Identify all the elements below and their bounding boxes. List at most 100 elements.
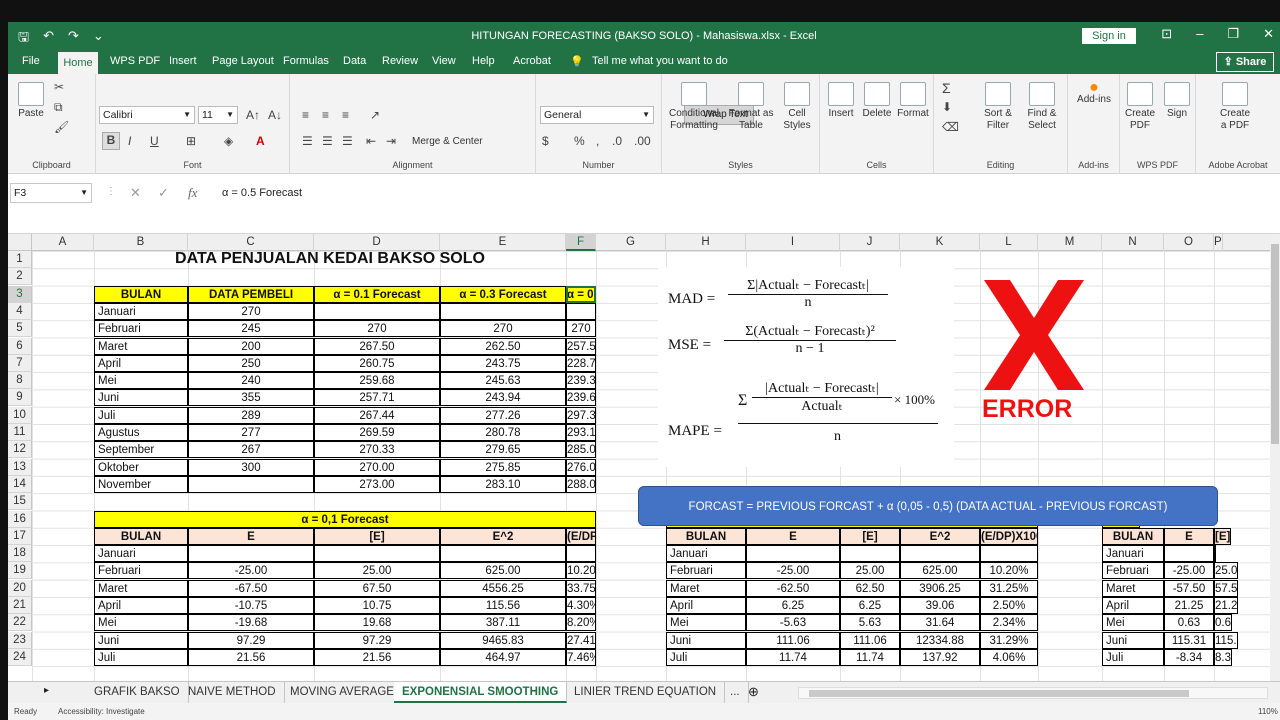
error-table-title[interactable]: α = 0,1 Forecast bbox=[94, 510, 596, 528]
tell-me-search[interactable]: Tell me what you want to do bbox=[592, 55, 728, 67]
align-right-icon[interactable]: ☰ bbox=[342, 134, 353, 148]
cancel-icon[interactable]: ✕ bbox=[130, 185, 141, 201]
value-cell[interactable]: 288.02 bbox=[566, 475, 596, 493]
error-value-cell[interactable] bbox=[1164, 545, 1214, 563]
row-header[interactable]: 14 bbox=[8, 475, 32, 493]
error-value-cell[interactable] bbox=[440, 545, 566, 563]
value-cell[interactable]: 276.04 bbox=[566, 458, 596, 476]
align-top-icon[interactable]: ≡ bbox=[302, 108, 309, 122]
month-cell[interactable]: Maret bbox=[94, 337, 188, 355]
value-cell[interactable]: 277.26 bbox=[440, 406, 566, 424]
error-value-cell[interactable]: 9465.83 bbox=[440, 631, 566, 649]
sheet-tab[interactable]: ... bbox=[722, 682, 749, 703]
month-cell[interactable]: Mei bbox=[94, 372, 188, 390]
error-value-cell[interactable]: 21.2 bbox=[1214, 597, 1239, 614]
value-cell[interactable]: 257.71 bbox=[314, 389, 440, 407]
increase-decimal-icon[interactable]: .0 bbox=[612, 134, 622, 148]
decrease-indent-icon[interactable]: ⇤ bbox=[366, 134, 376, 148]
error-value-cell[interactable]: 33.75% bbox=[566, 579, 596, 597]
month-cell[interactable]: Januari bbox=[94, 302, 188, 320]
error-value-cell[interactable]: 10.20% bbox=[980, 562, 1038, 580]
row-header[interactable]: 20 bbox=[8, 579, 32, 597]
error-value-cell[interactable]: 7.46% bbox=[566, 648, 596, 666]
value-cell[interactable]: 262.50 bbox=[440, 337, 566, 355]
sheet-tab[interactable]: MOVING AVERAGE bbox=[282, 682, 403, 703]
borders-icon[interactable]: ⊞ bbox=[186, 134, 196, 148]
fx-icon[interactable]: fx bbox=[188, 185, 197, 201]
month-cell[interactable]: Februari bbox=[94, 562, 188, 580]
formula-input[interactable]: α = 0.5 Forecast bbox=[222, 187, 302, 199]
format-painter-icon[interactable]: 🖌 bbox=[54, 120, 69, 134]
error-value-cell[interactable]: 25.0 bbox=[1214, 562, 1239, 580]
error-value-cell[interactable] bbox=[566, 545, 596, 563]
column-header[interactable]: L bbox=[980, 234, 1038, 251]
month-cell[interactable]: September bbox=[94, 441, 188, 459]
error-value-cell[interactable]: -67.50 bbox=[188, 579, 314, 597]
error-value-cell[interactable]: 8.20% bbox=[566, 614, 596, 632]
value-cell[interactable]: 270.00 bbox=[314, 458, 440, 476]
vertical-scrollbar[interactable] bbox=[1270, 234, 1280, 681]
error-table-header[interactable]: E bbox=[746, 527, 840, 545]
error-value-cell[interactable]: 21.56 bbox=[314, 648, 440, 666]
error-value-cell[interactable]: 387.11 bbox=[440, 614, 566, 632]
error-value-cell[interactable]: 0.63 bbox=[1164, 614, 1214, 632]
month-cell[interactable]: Juli bbox=[666, 648, 746, 666]
value-cell[interactable]: 273.00 bbox=[314, 475, 440, 493]
value-cell[interactable]: 267.50 bbox=[314, 337, 440, 355]
value-cell[interactable]: 267.44 bbox=[314, 406, 440, 424]
column-header[interactable]: G bbox=[596, 234, 666, 251]
error-value-cell[interactable]: 19.68 bbox=[314, 614, 440, 632]
find-select-button[interactable]: Find & Select bbox=[1022, 82, 1062, 132]
value-cell[interactable]: 243.75 bbox=[440, 354, 566, 372]
month-cell[interactable]: Mei bbox=[1102, 614, 1164, 632]
error-value-cell[interactable]: 21.25 bbox=[1164, 597, 1214, 614]
value-cell[interactable]: 260.75 bbox=[314, 354, 440, 372]
create-pdf-button[interactable]: Create PDF bbox=[1122, 82, 1158, 132]
font-size-box[interactable]: 11 ▼ bbox=[198, 106, 238, 124]
value-cell[interactable]: 285.09 bbox=[566, 441, 596, 459]
error-value-cell[interactable]: 0.6 bbox=[1214, 614, 1232, 632]
error-value-cell[interactable]: 111.06 bbox=[840, 631, 900, 649]
error-value-cell[interactable]: 137.92 bbox=[900, 648, 980, 666]
formula-banner-shape[interactable]: FORCAST = PREVIOUS FORCAST + α (0,05 - 0… bbox=[638, 486, 1218, 526]
currency-icon[interactable]: $ bbox=[542, 134, 549, 148]
error-value-cell[interactable]: -62.50 bbox=[746, 579, 840, 597]
error-value-cell[interactable]: 8.3 bbox=[1214, 648, 1232, 666]
column-header[interactable]: J bbox=[840, 234, 900, 251]
error-value-cell[interactable]: 62.50 bbox=[840, 579, 900, 597]
data-table-header[interactable]: α = 0.3 Forecast bbox=[440, 285, 566, 303]
error-value-cell[interactable]: -19.68 bbox=[188, 614, 314, 632]
align-center-icon[interactable]: ☰ bbox=[322, 134, 333, 148]
row-header[interactable]: 19 bbox=[8, 562, 32, 580]
cell-styles-button[interactable]: Cell Styles bbox=[778, 82, 816, 132]
row-header[interactable]: 23 bbox=[8, 631, 32, 649]
error-value-cell[interactable]: 625.00 bbox=[900, 562, 980, 580]
value-cell[interactable]: 300 bbox=[188, 458, 314, 476]
comma-icon[interactable]: , bbox=[596, 134, 599, 148]
error-value-cell[interactable] bbox=[980, 545, 1038, 563]
error-value-cell[interactable]: 31.64 bbox=[900, 614, 980, 632]
row-header[interactable]: 13 bbox=[8, 458, 32, 476]
row-header[interactable]: 1 bbox=[8, 251, 32, 268]
decrease-font-icon[interactable]: A↓ bbox=[268, 108, 282, 122]
clear-icon[interactable]: ⌫ bbox=[942, 120, 959, 134]
error-table-header[interactable]: [E] bbox=[840, 527, 900, 545]
error-value-cell[interactable]: 115.56 bbox=[440, 597, 566, 614]
value-cell[interactable]: 267 bbox=[188, 441, 314, 459]
column-header[interactable]: H bbox=[666, 234, 746, 251]
value-cell[interactable]: 239.69 bbox=[566, 389, 596, 407]
error-value-cell[interactable]: 67.50 bbox=[314, 579, 440, 597]
data-table-header[interactable]: DATA PEMBELI bbox=[188, 285, 314, 303]
sign-button[interactable]: Sign bbox=[1160, 82, 1194, 120]
tab-help[interactable]: Help bbox=[472, 55, 495, 67]
value-cell[interactable] bbox=[440, 302, 566, 320]
month-cell[interactable]: Juni bbox=[94, 389, 188, 407]
value-cell[interactable]: 283.10 bbox=[440, 475, 566, 493]
sheet-tab[interactable]: GRAFIK BAKSO bbox=[86, 682, 189, 703]
month-cell[interactable]: Agustus bbox=[94, 424, 188, 441]
value-cell[interactable]: 275.85 bbox=[440, 458, 566, 476]
select-all-button[interactable] bbox=[8, 234, 32, 251]
value-cell[interactable]: 280.78 bbox=[440, 424, 566, 441]
value-cell[interactable]: 228.75 bbox=[566, 354, 596, 372]
merge-center-button[interactable]: Merge & Center bbox=[412, 136, 522, 148]
